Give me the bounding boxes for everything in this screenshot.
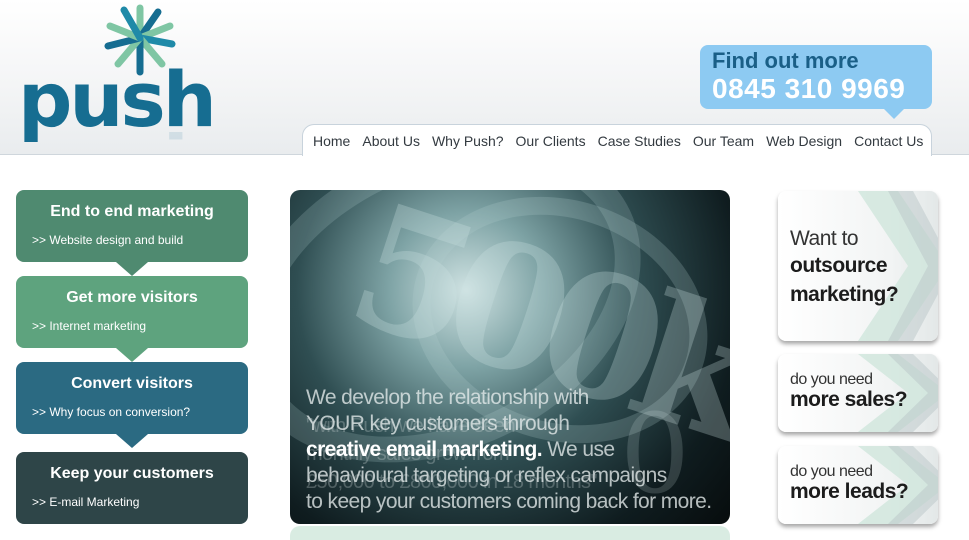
phone-number: 0845 310 9969 [712,73,906,104]
nav-why-push[interactable]: Why Push? [432,133,504,149]
callout-line: more sales? [790,388,908,411]
service-title: Keep your customers [50,465,214,482]
hero-banner[interactable]: 500k 0 "with Push we have seen monthly s… [290,190,730,524]
outsource-marketing-button[interactable]: Want to outsource marketing? [778,191,938,341]
service-title: Convert visitors [71,375,193,392]
hero-next-panel [290,526,730,540]
nav-our-clients[interactable]: Our Clients [516,133,586,149]
service-link[interactable]: >> Website design and build [32,233,248,247]
hero-line-rest: We use [541,438,615,461]
service-box-keep-customers[interactable]: Keep your customers >> E-mail Marketing [16,452,248,524]
callout-line: outsource [790,254,888,277]
service-title: End to end marketing [50,203,214,220]
hero-line: We develop the relationship with [306,386,589,409]
logo-wordmark: push [18,55,217,144]
nav-our-team[interactable]: Our Team [693,133,754,149]
hero-emphasis: creative email marketing. [306,438,543,461]
nav-contact-us[interactable]: Contact Us [854,133,923,149]
hero-line: behavioural targeting or reflex campaign… [306,464,667,487]
hero-line: YOUR key customers through [306,412,570,435]
nav-about-us[interactable]: About Us [362,133,420,149]
callout-line: Want to [790,227,859,250]
callout-line: more leads? [790,480,909,503]
logo-reflection: push [18,132,214,146]
callout-line: do you need [790,463,873,480]
nav-web-design[interactable]: Web Design [766,133,842,149]
phone-label: Find out more [712,48,859,73]
nav-case-studies[interactable]: Case Studies [598,133,681,149]
hero-copy: We develop the relationship with YOUR ke… [306,385,726,515]
service-box-visitors[interactable]: Get more visitors >> Internet marketing [16,276,248,362]
callout-line: marketing? [790,283,899,306]
service-link[interactable]: >> Internet marketing [32,319,248,333]
nav-home[interactable]: Home [313,133,350,149]
service-box-end-to-end[interactable]: End to end marketing >> Website design a… [16,190,248,276]
service-box-convert[interactable]: Convert visitors >> Why focus on convers… [16,362,248,448]
down-arrow-icon [116,262,148,276]
down-arrow-icon [116,348,148,362]
callout-line: do you need [790,371,873,388]
service-link[interactable]: >> E-mail Marketing [32,495,248,509]
push-logo[interactable]: push push [18,2,217,146]
down-arrow-icon [116,434,148,448]
service-link[interactable]: >> Why focus on conversion? [32,405,248,419]
service-title: Get more visitors [66,289,198,306]
more-leads-button[interactable]: do you need more leads? [778,446,938,524]
hero-line: creative email marketing. We use [306,437,726,463]
main-nav: Home About Us Why Push? Our Clients Case… [302,124,932,156]
more-sales-button[interactable]: do you need more sales? [778,354,938,432]
phone-callout: Find out more 0845 310 9969 [700,45,932,119]
hero-line: to keep your customers coming back for m… [306,490,712,513]
